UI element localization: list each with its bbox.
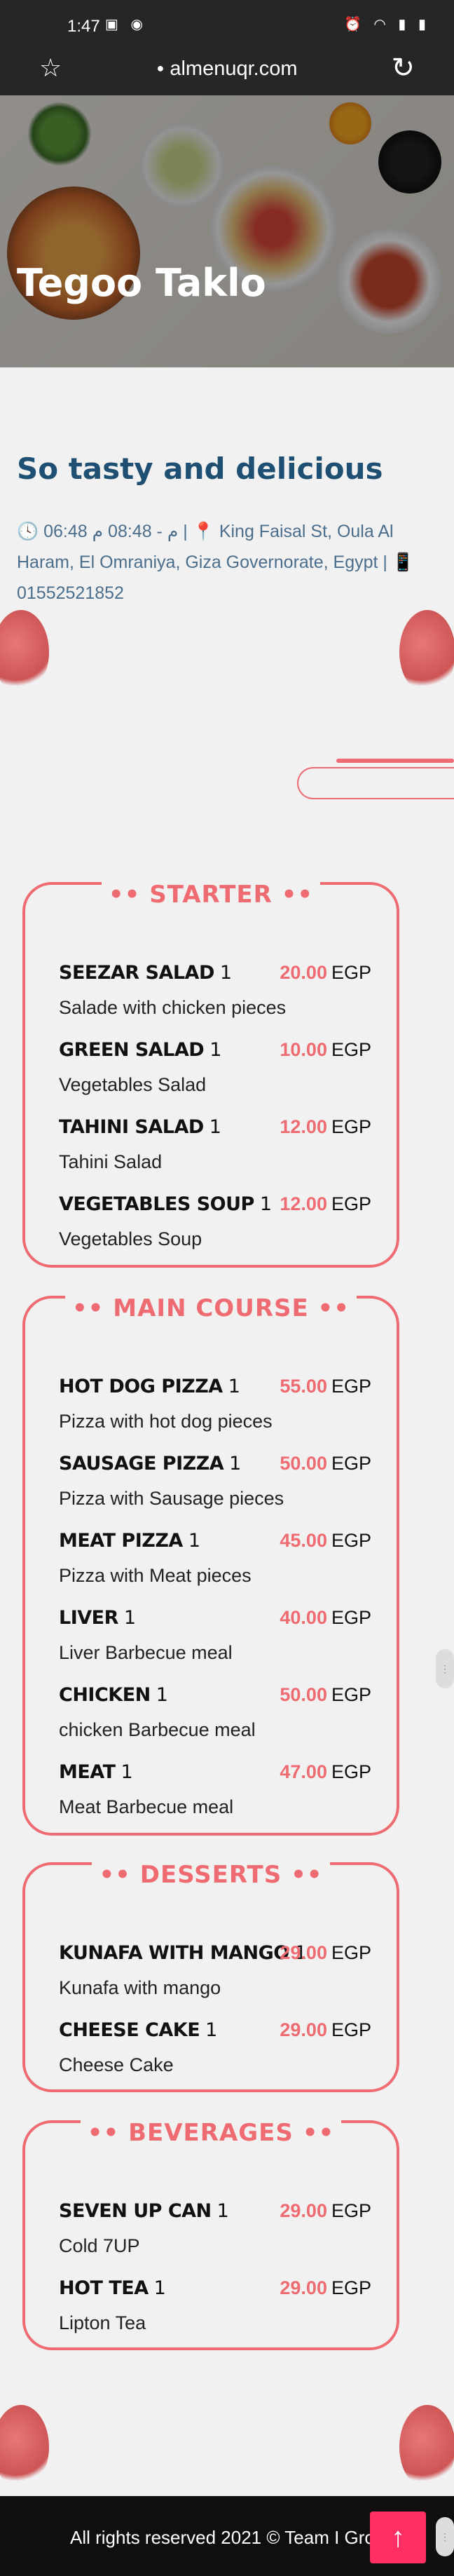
item-name: MEAT 1 [59, 1761, 133, 1783]
item-price: 50.00 EGP [280, 1684, 371, 1705]
item-description: Pizza with Meat pieces [59, 1565, 252, 1586]
opening-hours: 06:48 م - 08:48 م [43, 522, 179, 541]
item-price: 29.00 EGP [280, 2200, 371, 2221]
item-price: 50.00 EGP [280, 1453, 371, 1474]
category-card-starter: •• STARTER •• SEEZAR SALAD 1 20.00 EGP Sal… [22, 881, 399, 1268]
item-price: 20.00 EGP [280, 962, 371, 983]
item-name: CHEESE CAKE 1 [59, 2019, 217, 2041]
url-text: almenuqr.com [170, 57, 298, 80]
scroll-to-top-button[interactable]: ↑ [370, 2511, 426, 2563]
item-description: Meat Barbecue meal [59, 1796, 234, 1817]
item-name: CHICKEN 1 [59, 1684, 168, 1706]
item-price: 29.00 EGP [280, 2019, 371, 2040]
item-name: GREEN SALAD 1 [59, 1039, 221, 1061]
item-name: SEVEN UP CAN 1 [59, 2200, 229, 2222]
decorative-pill [297, 767, 454, 799]
item-name: LIVER 1 [59, 1607, 136, 1629]
decorative-food-right [399, 610, 454, 694]
item-price: 29.00 EGP [280, 2277, 371, 2298]
item-price: 55.00 EGP [280, 1376, 371, 1397]
item-description: Vegetables Salad [59, 1074, 207, 1095]
phone-icon: 📱 [392, 553, 415, 572]
decorative-food-bottom-right [399, 2405, 454, 2489]
item-description: chicken Barbecue meal [59, 1719, 256, 1740]
decorative-food-bottom-left [0, 2405, 49, 2489]
menu-item[interactable]: MEAT PIZZA 1 45.00 EGP Pizza with Meat pie… [59, 1523, 371, 1593]
category-title: •• MAIN COURSE •• [25, 1294, 397, 1322]
item-name: KUNAFA WITH MANGO 1 [59, 1942, 307, 1964]
menu-item[interactable]: HOT DOG PIZZA 1 55.00 EGP Pizza with hot d… [59, 1369, 371, 1439]
item-name: HOT DOG PIZZA 1 [59, 1376, 240, 1397]
menu-item[interactable]: VEGETABLES SOUP 1 12.00 EGP Vegetables Sou… [59, 1186, 371, 1256]
item-price: 29.00 EGP [280, 1942, 371, 1963]
decorative-line [336, 759, 454, 763]
menu-item[interactable]: LIVER 1 40.00 EGP Liver Barbecue meal [59, 1600, 371, 1670]
item-description: Cold 7UP [59, 2235, 140, 2256]
restaurant-name: Tegoo Taklo [17, 261, 266, 305]
reload-icon[interactable]: ↻ [391, 52, 415, 84]
scroll-handle-footer[interactable]: ⋮ [436, 2517, 454, 2556]
menu-item[interactable]: KUNAFA WITH MANGO 1 29.00 EGP Kunafa with … [59, 1935, 371, 2005]
notification-icons: ▣ ◉ [105, 17, 147, 32]
item-description: Pizza with hot dog pieces [59, 1411, 273, 1432]
item-description: Vegetables Soup [59, 1228, 202, 1249]
item-description: Cheese Cake [59, 2054, 174, 2075]
item-name: HOT TEA 1 [59, 2277, 166, 2299]
url-field[interactable]: ● almenuqr.com [0, 57, 454, 81]
item-description: Tahini Salad [59, 1151, 163, 1172]
location-icon: 📍 [192, 522, 214, 541]
item-name: VEGETABLES SOUP 1 [59, 1193, 272, 1215]
item-description: Pizza with Sausage pieces [59, 1488, 284, 1509]
clock-icon: 🕓 [17, 522, 39, 541]
menu-item[interactable]: HOT TEA 1 29.00 EGP Lipton Tea [59, 2270, 371, 2340]
category-title: •• STARTER •• [25, 881, 397, 909]
footer: All rights reserved 2021 © Team I Grou ↑… [0, 2496, 454, 2576]
item-description: Liver Barbecue meal [59, 1642, 233, 1663]
status-time: 1:47 [67, 17, 100, 36]
menu-item[interactable]: CHEESE CAKE 1 29.00 EGP Cheese Cake [59, 2012, 371, 2082]
restaurant-info: 🕓 06:48 م - 08:48 م | 📍 King Faisal St, … [17, 516, 444, 609]
phone-number[interactable]: 01552521852 [17, 583, 124, 603]
item-price: 12.00 EGP [280, 1193, 371, 1214]
menu-item[interactable]: CHICKEN 1 50.00 EGP chicken Barbecue meal [59, 1677, 371, 1747]
item-price: 40.00 EGP [280, 1607, 371, 1628]
menu-item[interactable]: SEEZAR SALAD 1 20.00 EGP Salade with chick… [59, 955, 371, 1025]
category-card-beverages: •• BEVERAGES •• SEVEN UP CAN 1 29.00 EGP C… [22, 2119, 399, 2350]
scroll-handle[interactable]: ⋮ [436, 1649, 454, 1688]
category-card-desserts: •• DESSERTS •• KUNAFA WITH MANGO 1 29.00 E… [22, 1861, 399, 2092]
item-description: Kunafa with mango [59, 1977, 221, 1998]
item-price: 47.00 EGP [280, 1761, 371, 1782]
item-name: SEEZAR SALAD 1 [59, 962, 232, 984]
menu-item[interactable]: GREEN SALAD 1 10.00 EGP Vegetables Salad [59, 1032, 371, 1102]
tagline: So tasty and delicious [17, 452, 383, 486]
category-title: •• BEVERAGES •• [25, 2119, 397, 2147]
item-description: Salade with chicken pieces [59, 997, 287, 1018]
category-card-main-course: •• MAIN COURSE •• HOT DOG PIZZA 1 55.00 EG… [22, 1294, 399, 1836]
menu-item[interactable]: MEAT 1 47.00 EGP Meat Barbecue meal [59, 1754, 371, 1824]
hero-overlay [0, 95, 454, 367]
menu-item[interactable]: SEVEN UP CAN 1 29.00 EGP Cold 7UP [59, 2193, 371, 2263]
item-description: Lipton Tea [59, 2312, 146, 2333]
hero-banner: Tegoo Taklo [0, 95, 454, 367]
info-icon[interactable]: ● [156, 61, 164, 75]
item-price: 12.00 EGP [280, 1116, 371, 1137]
item-name: SAUSAGE PIZZA 1 [59, 1453, 241, 1475]
menu-item[interactable]: TAHINI SALAD 1 12.00 EGP Tahini Salad [59, 1109, 371, 1179]
browser-address-bar: ☆ ● almenuqr.com ↻ [0, 41, 454, 97]
copyright-text: All rights reserved 2021 © Team I Grou [70, 2527, 385, 2548]
item-price: 45.00 EGP [280, 1530, 371, 1551]
decorative-food-left [0, 610, 49, 694]
item-name: MEAT PIZZA 1 [59, 1530, 200, 1552]
arrow-up-icon: ↑ [391, 2522, 405, 2553]
menu-item[interactable]: SAUSAGE PIZZA 1 50.00 EGP Pizza with Sausa… [59, 1446, 371, 1516]
info-separator: | [183, 522, 188, 541]
system-status-icons: ⏰ ◠ ▮ ▮ [343, 17, 430, 32]
info-separator: | [383, 553, 387, 572]
category-title: •• DESSERTS •• [25, 1861, 397, 1889]
item-name: TAHINI SALAD 1 [59, 1116, 221, 1138]
item-price: 10.00 EGP [280, 1039, 371, 1060]
